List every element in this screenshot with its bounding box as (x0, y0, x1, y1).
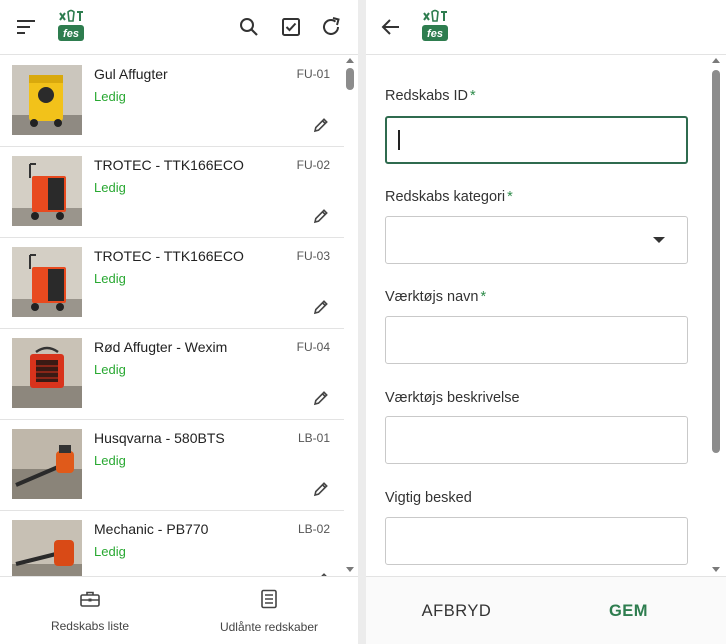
edit-icon[interactable] (310, 387, 332, 409)
form-action-bar: AFBRYD GEM (366, 576, 726, 644)
item-id: LB-01 (297, 431, 330, 445)
fes-logo: fes (56, 9, 86, 43)
vigtig-besked-input[interactable] (385, 517, 688, 565)
item-name: Husqvarna - 580BTS (94, 430, 225, 446)
leaf-blower-image (12, 429, 82, 499)
equipment-form-panel: fes Redskabs ID * Redskabs kategori * Værk… (366, 0, 726, 644)
field-label-vaerktoejs-navn: Værktøjs navn * (385, 289, 487, 305)
item-id: FU-02 (296, 158, 330, 172)
item-name: Rød Affugter - Wexim (94, 339, 228, 355)
scroll-up-icon[interactable] (346, 58, 354, 63)
item-id: FU-03 (296, 249, 330, 263)
scrollbar-thumb[interactable] (346, 68, 354, 90)
nav-udlaante-redskaber[interactable]: Udlånte redskaber (210, 577, 328, 644)
field-label-redskabs-kategori: Redskabs kategori * (385, 189, 513, 205)
scroll-down-icon[interactable] (712, 567, 720, 572)
red-dehumidifier-image (12, 156, 82, 226)
dropdown-arrow-icon (653, 237, 665, 243)
scroll-up-icon[interactable] (712, 58, 720, 63)
nav-label: Udlånte redskaber (219, 619, 319, 634)
field-label-vigtig-besked: Vigtig besked (385, 490, 472, 506)
search-icon[interactable] (234, 12, 264, 42)
svg-text:fes: fes (427, 28, 443, 40)
yellow-dehumidifier-image (12, 65, 82, 135)
refresh-icon[interactable] (316, 12, 346, 42)
redskabs-id-input[interactable] (385, 116, 688, 164)
checkbox-icon[interactable] (276, 12, 306, 42)
status-badge: Ledig (94, 89, 126, 104)
list-item[interactable]: Gul Affugter Ledig FU-01 (0, 56, 344, 147)
sort-icon[interactable] (11, 12, 41, 42)
list-item[interactable]: TROTEC - TTK166ECO Ledig FU-03 (0, 238, 344, 329)
vaerktoejs-beskrivelse-input[interactable] (385, 416, 688, 464)
item-id: FU-01 (296, 67, 330, 81)
item-name: TROTEC - TTK166ECO (94, 157, 244, 173)
form-scrollbar[interactable] (711, 58, 721, 576)
status-badge: Ledig (94, 544, 126, 559)
list-scrollbar[interactable] (345, 58, 355, 576)
list-item[interactable]: Mechanic - PB770 Ledig LB-02 (0, 511, 344, 576)
item-id: LB-02 (297, 522, 330, 536)
edit-icon[interactable] (310, 205, 332, 227)
vaerktoejs-navn-input[interactable] (385, 316, 688, 364)
equipment-list: Gul Affugter Ledig FU-01 TROTEC - TTK166… (0, 56, 344, 576)
nav-redskabs-liste[interactable]: Redskabs liste (28, 577, 152, 644)
back-arrow-icon[interactable] (376, 12, 406, 42)
status-badge: Ledig (94, 362, 126, 377)
list-item[interactable]: Rød Affugter - Wexim Ledig FU-04 (0, 329, 344, 420)
field-label-vaerktoejs-beskrivelse: Værktøjs beskrivelse (385, 390, 520, 406)
item-name: Mechanic - PB770 (94, 521, 209, 537)
text-caret (398, 130, 400, 150)
leaf-blower-image (12, 520, 82, 576)
red-dehumidifier-image (12, 247, 82, 317)
redskabs-kategori-select[interactable] (385, 216, 688, 264)
list-item[interactable]: TROTEC - TTK166ECO Ledig FU-02 (0, 147, 344, 238)
nav-label: Redskabs liste (50, 618, 130, 633)
save-button[interactable]: GEM (556, 577, 701, 644)
edit-icon[interactable] (310, 478, 332, 500)
edit-icon[interactable] (310, 114, 332, 136)
cancel-button[interactable]: AFBRYD (384, 577, 529, 644)
edit-icon[interactable] (310, 569, 332, 576)
equipment-form: Redskabs ID * Redskabs kategori * Værktøjs… (366, 56, 708, 576)
list-header: fes (0, 0, 358, 55)
equipment-list-panel: fes Gul Affugter Ledig FU-01 TROTEC - TT… (0, 0, 358, 644)
status-badge: Ledig (94, 271, 126, 286)
svg-text:fes: fes (63, 28, 79, 40)
item-name: TROTEC - TTK166ECO (94, 248, 244, 264)
item-id: FU-04 (296, 340, 330, 354)
item-name: Gul Affugter (94, 66, 168, 82)
red-heater-image (12, 338, 82, 408)
toolbox-icon (79, 590, 101, 613)
bottom-navigation: Redskabs liste Udlånte redskaber (0, 576, 358, 644)
fes-logo: fes (420, 9, 450, 43)
list-document-icon (260, 589, 278, 614)
list-item[interactable]: Husqvarna - 580BTS Ledig LB-01 (0, 420, 344, 511)
form-header: fes (366, 0, 726, 55)
scrollbar-thumb[interactable] (712, 70, 720, 453)
scroll-down-icon[interactable] (346, 567, 354, 572)
edit-icon[interactable] (310, 296, 332, 318)
status-badge: Ledig (94, 453, 126, 468)
panel-divider (358, 0, 366, 644)
field-label-redskabs-id: Redskabs ID * (385, 88, 476, 104)
status-badge: Ledig (94, 180, 126, 195)
